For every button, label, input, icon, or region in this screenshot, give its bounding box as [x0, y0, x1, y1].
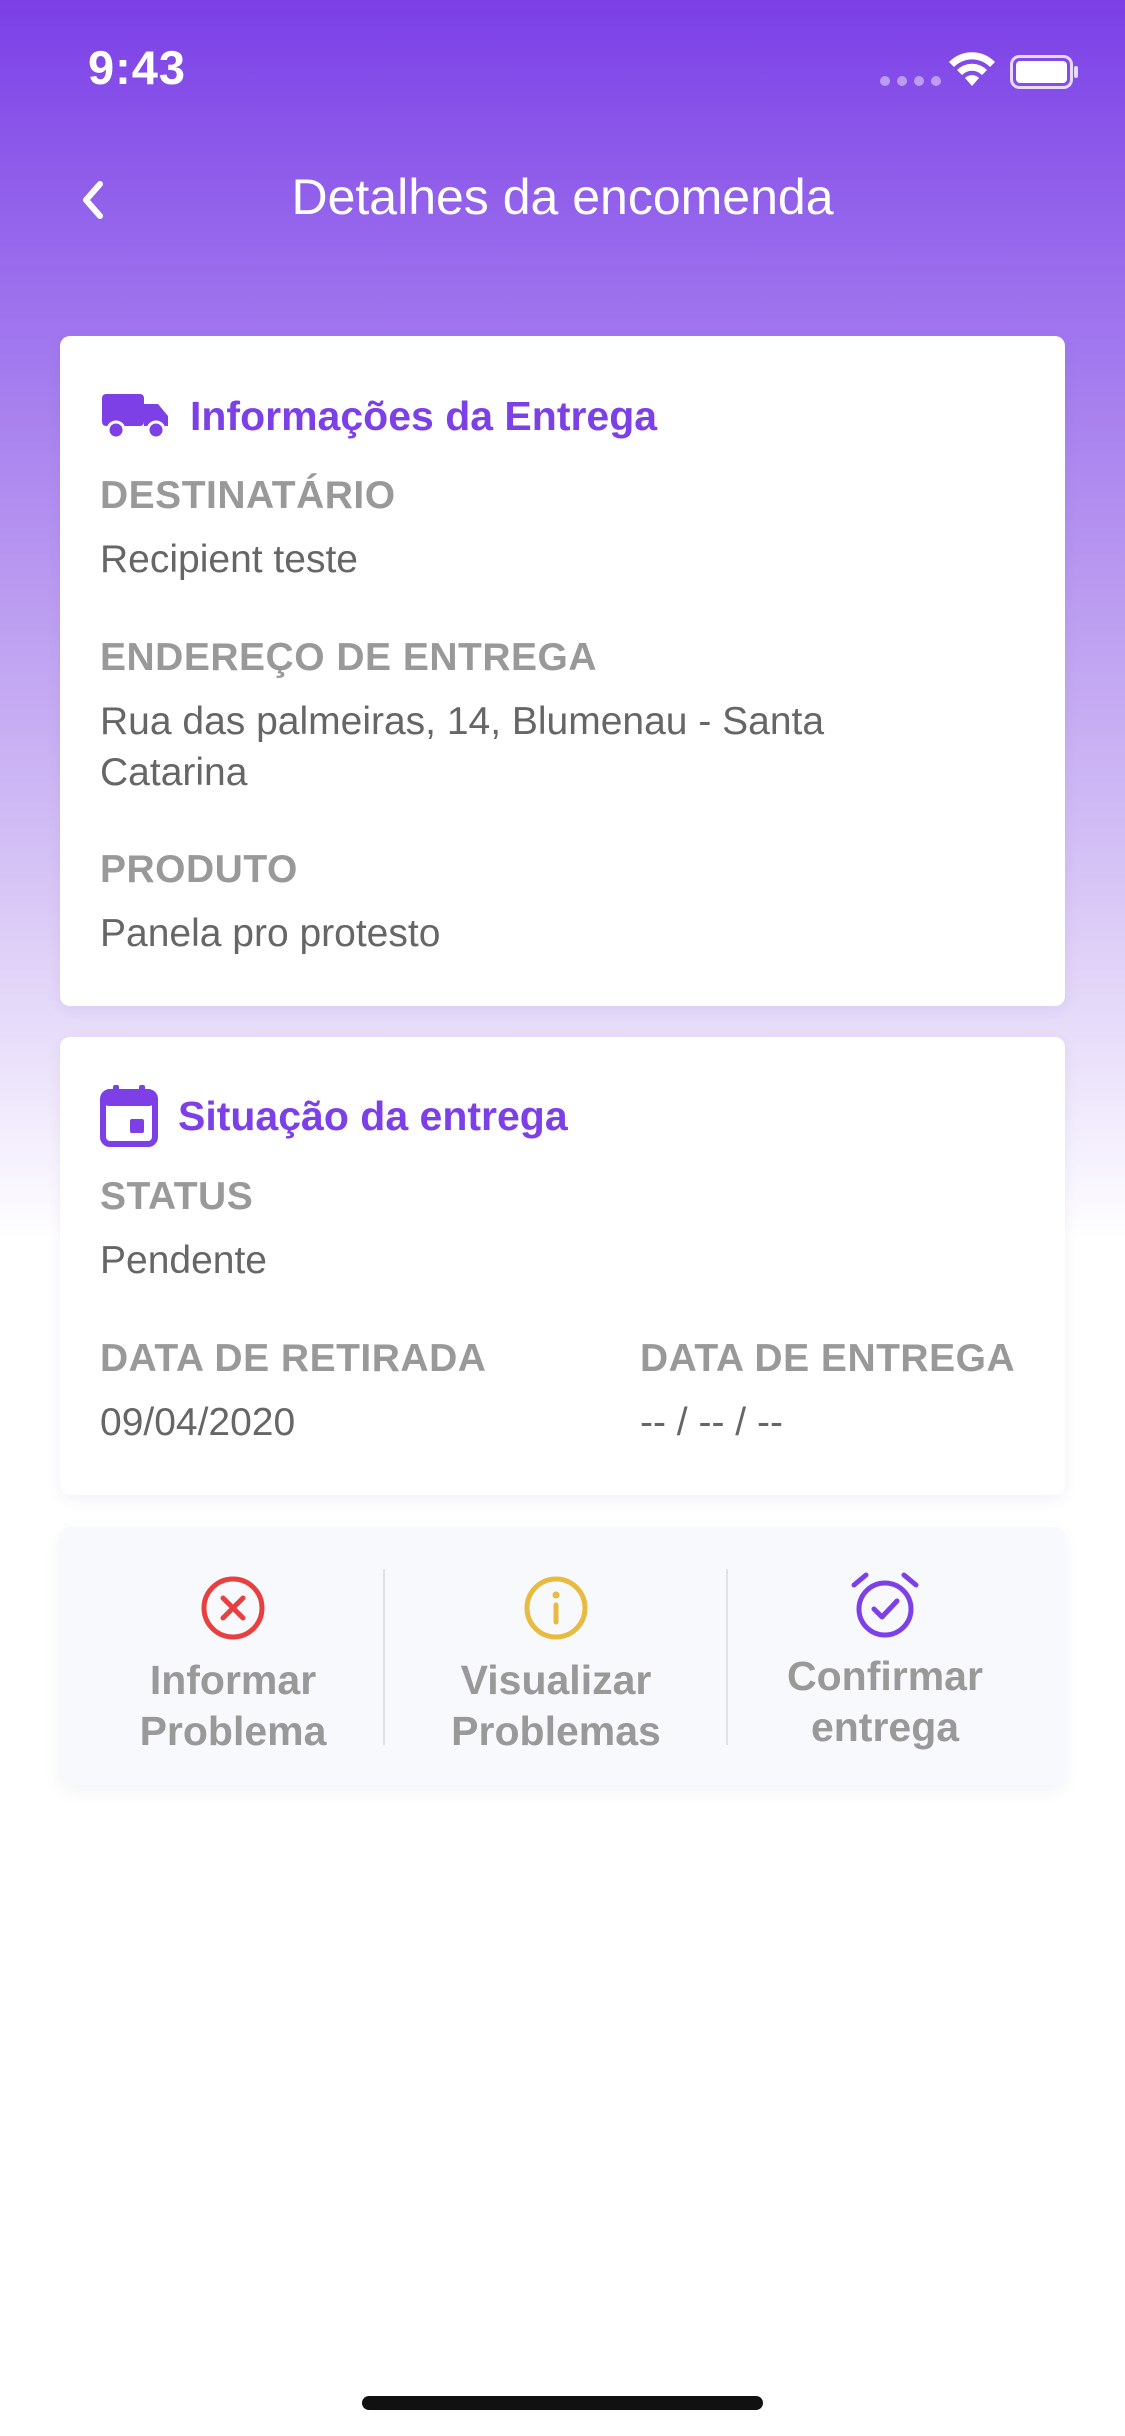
delivery-info-header: Informações da Entrega [100, 390, 657, 442]
delivery-status-title: Situação da entrega [178, 1092, 568, 1139]
action-divider [383, 1569, 385, 1745]
action-divider [726, 1569, 728, 1745]
confirm-delivery-label-line1: Confirmar [787, 1653, 983, 1699]
confirm-delivery-label-line2: entrega [810, 1704, 960, 1750]
cellular-signal-icon [880, 76, 941, 86]
delivery-status-card: Situação da entrega STATUS Pendente DATA… [60, 1037, 1065, 1495]
product-value: Panela pro protesto [100, 912, 441, 955]
actions-bar: Informar Problema Visualizar Problemas C… [60, 1527, 1065, 1785]
home-indicator[interactable] [362, 2396, 763, 2410]
pickup-date-value: 09/04/2020 [100, 1401, 296, 1444]
view-problems-button[interactable]: Visualizar Problemas [386, 1527, 726, 1833]
x-circle-icon [201, 1576, 265, 1640]
calendar-icon [100, 1085, 158, 1147]
info-circle-icon [524, 1576, 588, 1640]
status-label: STATUS [100, 1175, 254, 1218]
report-problem-label-line2: Problema [139, 1708, 327, 1754]
delivery-date-label: DATA DE ENTREGA [640, 1337, 1016, 1380]
recipient-value: Recipient teste [100, 538, 358, 581]
report-problem-label-line1: Informar [149, 1657, 317, 1703]
status-bar-time: 9:43 [88, 41, 187, 94]
report-problem-button[interactable]: Informar Problema [90, 1527, 376, 1833]
address-value-line1: Rua das palmeiras, 14, Blumenau - Santa [100, 700, 825, 743]
wifi-icon [949, 52, 995, 86]
delivery-info-card: Informações da Entrega DESTINATÁRIO Reci… [60, 336, 1065, 1006]
truck-icon [102, 394, 168, 440]
delivery-status-header: Situação da entrega [100, 1085, 568, 1147]
delivery-info-title: Informações da Entrega [190, 392, 658, 439]
address-value-line2: Catarina [100, 751, 248, 794]
view-problems-label-line1: Visualizar [460, 1657, 652, 1703]
page-title: Detalhes da encomenda [291, 169, 834, 225]
pickup-date-label: DATA DE RETIRADA [100, 1337, 487, 1380]
product-label: PRODUTO [100, 848, 298, 891]
confirm-delivery-button[interactable]: Confirmar entrega [730, 1527, 1040, 1829]
battery-icon [1010, 55, 1078, 89]
alarm-check-icon [851, 1572, 919, 1638]
status-value: Pendente [100, 1239, 267, 1282]
recipient-label: DESTINATÁRIO [100, 474, 396, 517]
view-problems-label-line2: Problemas [451, 1708, 661, 1754]
delivery-date-value: -- / -- / -- [640, 1401, 783, 1444]
address-label: ENDEREÇO DE ENTREGA [100, 636, 598, 679]
